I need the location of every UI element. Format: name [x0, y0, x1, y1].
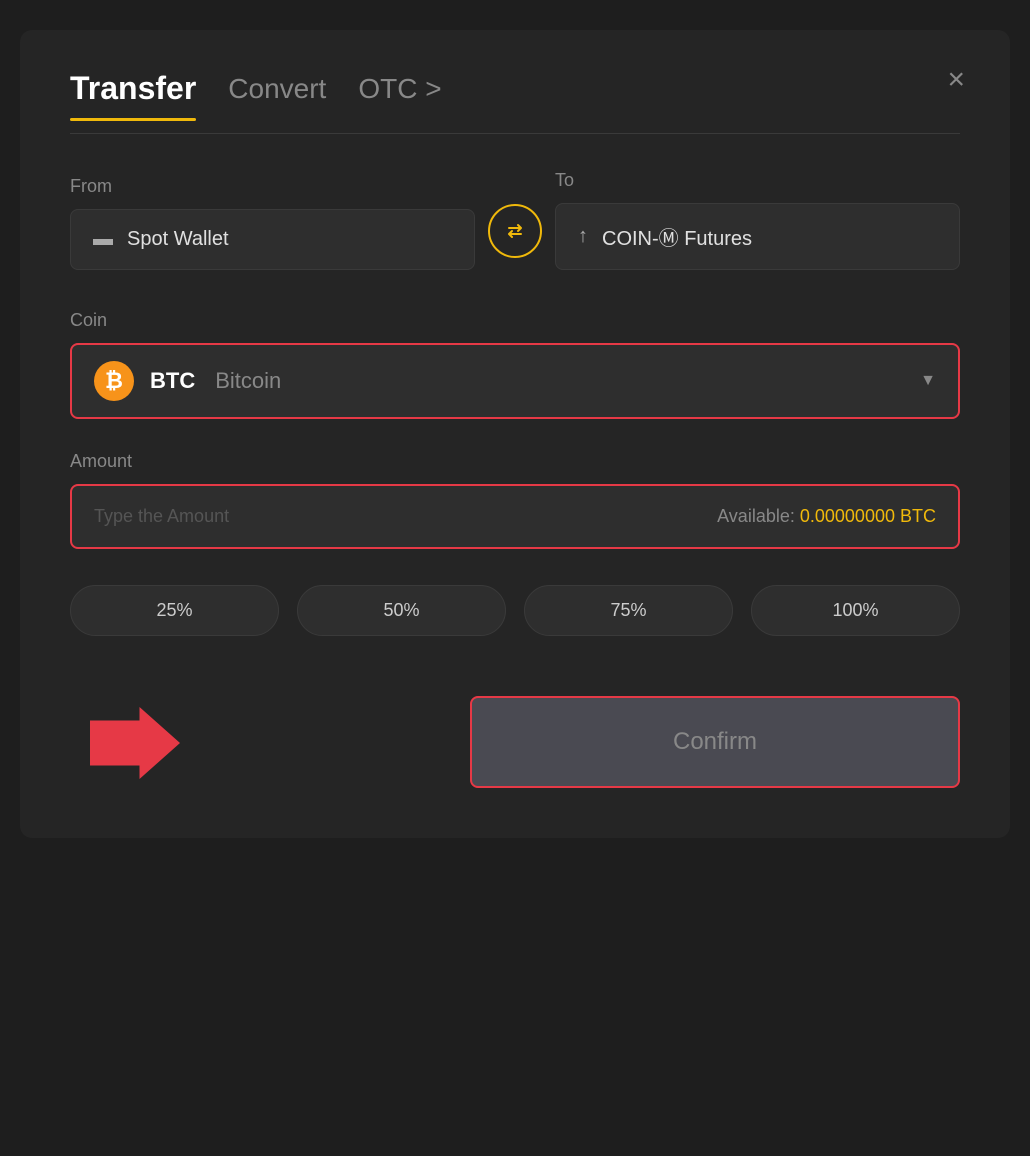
- coin-section: Coin ₿ BTC Bitcoin ▼: [70, 310, 960, 419]
- to-wallet-button[interactable]: ↑ COIN-Ⓜ Futures: [555, 203, 960, 270]
- arrow-icon: [90, 698, 180, 788]
- tab-transfer[interactable]: Transfer: [70, 70, 196, 117]
- percent-buttons: 25% 50% 75% 100%: [70, 585, 960, 636]
- futures-icon: ↑: [578, 225, 588, 248]
- close-button[interactable]: ×: [947, 65, 965, 95]
- to-label: To: [555, 170, 960, 191]
- coin-selector-button[interactable]: ₿ BTC Bitcoin ▼: [70, 343, 960, 419]
- to-wallet-label: COIN-Ⓜ Futures: [602, 222, 752, 251]
- pct-50-button[interactable]: 50%: [297, 585, 506, 636]
- transfer-modal: Transfer Convert OTC > × From ▬ Spot Wal…: [20, 30, 1010, 838]
- available-text: Available: 0.00000000 BTC: [717, 506, 936, 527]
- amount-label: Amount: [70, 451, 960, 472]
- available-label: Available:: [717, 506, 795, 526]
- pct-100-button[interactable]: 100%: [751, 585, 960, 636]
- bottom-section: Confirm: [70, 696, 960, 788]
- pct-25-button[interactable]: 25%: [70, 585, 279, 636]
- from-group: From ▬ Spot Wallet: [70, 176, 475, 270]
- pct-75-button[interactable]: 75%: [524, 585, 733, 636]
- swap-button[interactable]: [488, 204, 542, 258]
- confirm-button[interactable]: Confirm: [470, 696, 960, 788]
- modal-header: Transfer Convert OTC >: [70, 70, 960, 117]
- swap-btn-container: [475, 204, 555, 270]
- from-wallet-button[interactable]: ▬ Spot Wallet: [70, 209, 475, 270]
- amount-placeholder[interactable]: Type the Amount: [94, 506, 229, 527]
- available-amount: 0.00000000: [800, 506, 895, 526]
- amount-section: Amount Type the Amount Available: 0.0000…: [70, 451, 960, 549]
- available-currency: BTC: [900, 506, 936, 526]
- amount-input-wrapper: Type the Amount Available: 0.00000000 BT…: [70, 484, 960, 549]
- tab-convert[interactable]: Convert: [228, 73, 326, 115]
- coin-label: Coin: [70, 310, 960, 331]
- wallet-card-icon: ▬: [93, 228, 113, 251]
- swap-icon: [502, 218, 528, 244]
- header-divider: [70, 133, 960, 134]
- from-wallet-label: Spot Wallet: [127, 228, 229, 251]
- from-to-section: From ▬ Spot Wallet To ↑ COIN-Ⓜ Futures: [70, 170, 960, 270]
- coin-symbol: BTC: [150, 368, 195, 394]
- coin-name: Bitcoin: [215, 368, 281, 394]
- from-label: From: [70, 176, 475, 197]
- chevron-down-icon: ▼: [920, 372, 936, 390]
- to-group: To ↑ COIN-Ⓜ Futures: [555, 170, 960, 270]
- arrow-indicator: [90, 698, 180, 788]
- btc-icon: ₿: [94, 361, 134, 401]
- tab-otc[interactable]: OTC >: [358, 73, 441, 115]
